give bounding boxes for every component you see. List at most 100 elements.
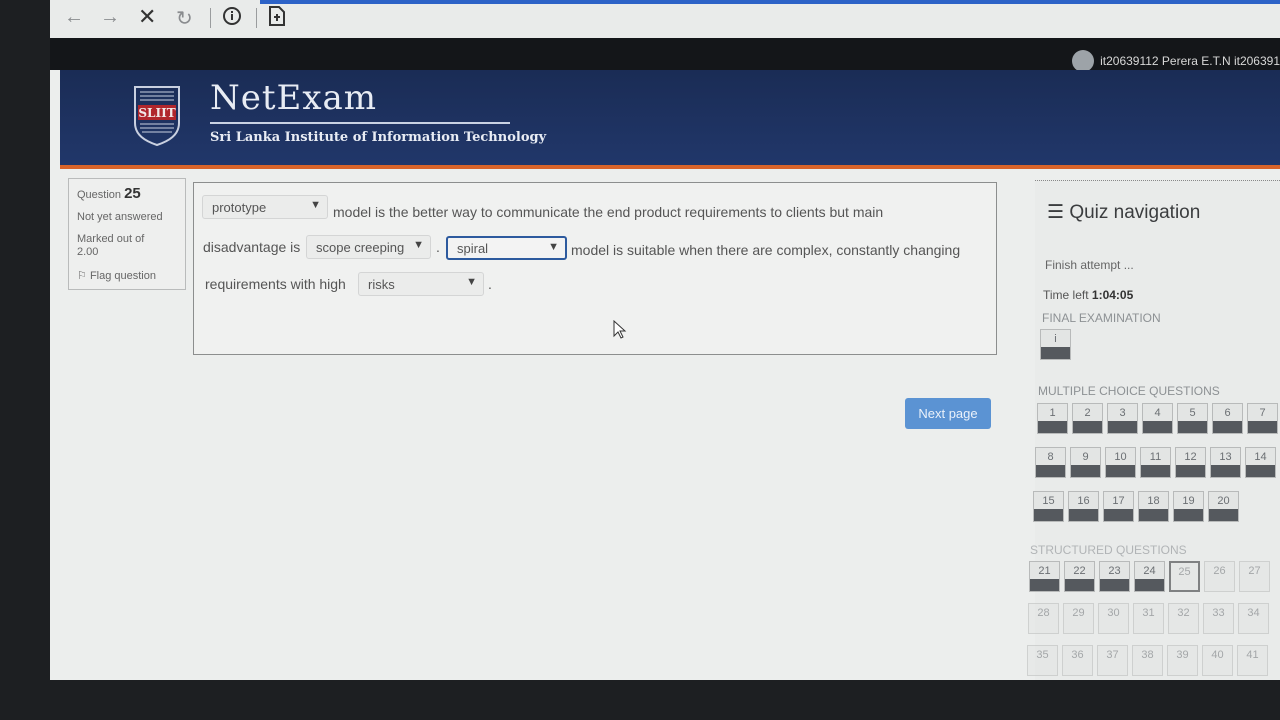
answer-status-bar [1071,465,1100,477]
nav-button-question[interactable]: 8 [1035,447,1066,478]
nav-button-question[interactable]: 28 [1028,603,1059,634]
answer-status-bar [1108,421,1137,433]
answer-status-bar [1135,579,1164,591]
nav-button-question[interactable]: 41 [1237,645,1268,676]
nav-button-question[interactable]: 5 [1177,403,1208,434]
nav-button-question[interactable]: 23 [1099,561,1130,592]
nav-button-question[interactable]: 35 [1027,645,1058,676]
page-icon[interactable] [268,6,286,32]
time-left-value: 1:04:05 [1091,288,1134,302]
chevron-down-icon: ▼ [466,276,477,288]
flag-icon: ⚐ [77,270,87,282]
info-icon[interactable] [222,6,242,32]
question-text-4: model is suitable when there are complex… [571,242,961,258]
time-left: Time left 1:04:05 [1043,288,1134,302]
nav-button-question[interactable]: 39 [1167,645,1198,676]
avatar [1072,50,1095,72]
section-final-examination: FINAL EXAMINATION [1042,311,1161,325]
question-text-1: model is the better way to communicate t… [333,204,884,220]
nav-button-question[interactable]: 20 [1208,491,1239,522]
answer-status-bar [1209,509,1238,521]
nav-button-question[interactable]: 4 [1142,403,1173,434]
answer-status-bar [1030,579,1059,591]
user-name: it20639112 Perera E.T.N it206391 [1100,54,1280,68]
tab-accent [260,0,1280,4]
answer-status-bar [1065,579,1094,591]
answer-status-bar [1246,465,1275,477]
site-name: NetExam [210,78,378,118]
nav-button-question[interactable]: 21 [1029,561,1060,592]
screen: ← → ✕ ↻ it20639112 Perera E.T.N it206391 [50,0,1280,680]
forward-arrow-icon[interactable]: → [100,6,120,29]
site-topbar: it20639112 Perera E.T.N it206391 [50,38,1280,72]
toolbar-separator [210,8,211,28]
answer-select-4[interactable]: risks ▼ [358,272,484,296]
answer-status-bar [1106,465,1135,477]
nav-button-question[interactable]: 2 [1072,403,1103,434]
nav-button-question[interactable]: 36 [1062,645,1093,676]
nav-button-question[interactable]: 31 [1133,603,1164,634]
nav-button-final[interactable]: i [1040,329,1071,360]
nav-button-question[interactable]: 1 [1037,403,1068,434]
nav-button-question[interactable]: 33 [1203,603,1234,634]
question-number: 25 [124,185,141,202]
finish-attempt-link[interactable]: Finish attempt ... [1045,258,1134,272]
nav-button-question[interactable]: 26 [1204,561,1235,592]
answer-status-bar [1041,347,1070,359]
site-header: SLIIT NetExam Sri Lanka Institute of Inf… [60,70,1280,169]
answer-status-bar [1213,421,1242,433]
nav-button-question[interactable]: 11 [1140,447,1171,478]
reload-icon[interactable]: ↻ [176,6,193,31]
answer-status-bar [1069,509,1098,521]
answer-status-bar [1176,465,1205,477]
answer-status-bar [1034,509,1063,521]
question-content: prototype ▼ model is the better way to co… [193,182,997,355]
nav-button-question[interactable]: 14 [1245,447,1276,478]
answer-status-bar [1141,465,1170,477]
nav-button-question[interactable]: 19 [1173,491,1204,522]
question-text-3: . [436,239,440,255]
chevron-down-icon: ▼ [310,199,321,211]
nav-button-question[interactable]: 37 [1097,645,1128,676]
nav-button-question[interactable]: 15 [1033,491,1064,522]
chevron-down-icon: ▼ [413,239,424,251]
nav-button-question[interactable]: 29 [1063,603,1094,634]
answer-status-bar [1104,509,1133,521]
answer-select-3[interactable]: spiral ▼ [446,236,567,260]
nav-button-question[interactable]: 40 [1202,645,1233,676]
nav-button-question[interactable]: 25 [1169,561,1200,592]
nav-button-question[interactable]: 38 [1132,645,1163,676]
nav-button-question[interactable]: 9 [1070,447,1101,478]
nav-button-question[interactable]: 13 [1210,447,1241,478]
nav-button-question[interactable]: 17 [1103,491,1134,522]
answer-select-1[interactable]: prototype ▼ [202,195,328,219]
nav-button-question[interactable]: 32 [1168,603,1199,634]
question-text-5: requirements with high [205,276,346,292]
nav-button-question[interactable]: 3 [1107,403,1138,434]
mouse-cursor-icon [613,320,627,339]
answer-select-2[interactable]: scope creeping ▼ [306,235,431,259]
nav-button-question[interactable]: 27 [1239,561,1270,592]
user-menu[interactable]: it20639112 Perera E.T.N it206391 [1072,50,1280,72]
nav-button-question[interactable]: 12 [1175,447,1206,478]
next-page-button[interactable]: Next page [905,398,991,429]
marked-out-of: Marked out of [77,233,145,245]
browser-toolbar: ← → ✕ ↻ [50,0,1280,39]
nav-button-question[interactable]: 6 [1212,403,1243,434]
nav-button-question[interactable]: 22 [1064,561,1095,592]
nav-button-question[interactable]: 18 [1138,491,1169,522]
sliit-logo[interactable]: SLIIT [132,84,182,147]
nav-button-question[interactable]: 34 [1238,603,1269,634]
back-arrow-icon[interactable]: ← [64,6,84,29]
close-icon[interactable]: ✕ [138,4,156,30]
question-info: Question 25 Not yet answered Marked out … [68,178,186,290]
nav-button-question[interactable]: 24 [1134,561,1165,592]
answer-status-bar [1036,465,1065,477]
flag-question[interactable]: ⚐ Flag question [77,269,156,282]
nav-button-question[interactable]: 16 [1068,491,1099,522]
nav-button-question[interactable]: 7 [1247,403,1278,434]
nav-button-question[interactable]: 30 [1098,603,1129,634]
answer-status-bar [1178,421,1207,433]
nav-button-question[interactable]: 10 [1105,447,1136,478]
answer-status-bar [1100,579,1129,591]
